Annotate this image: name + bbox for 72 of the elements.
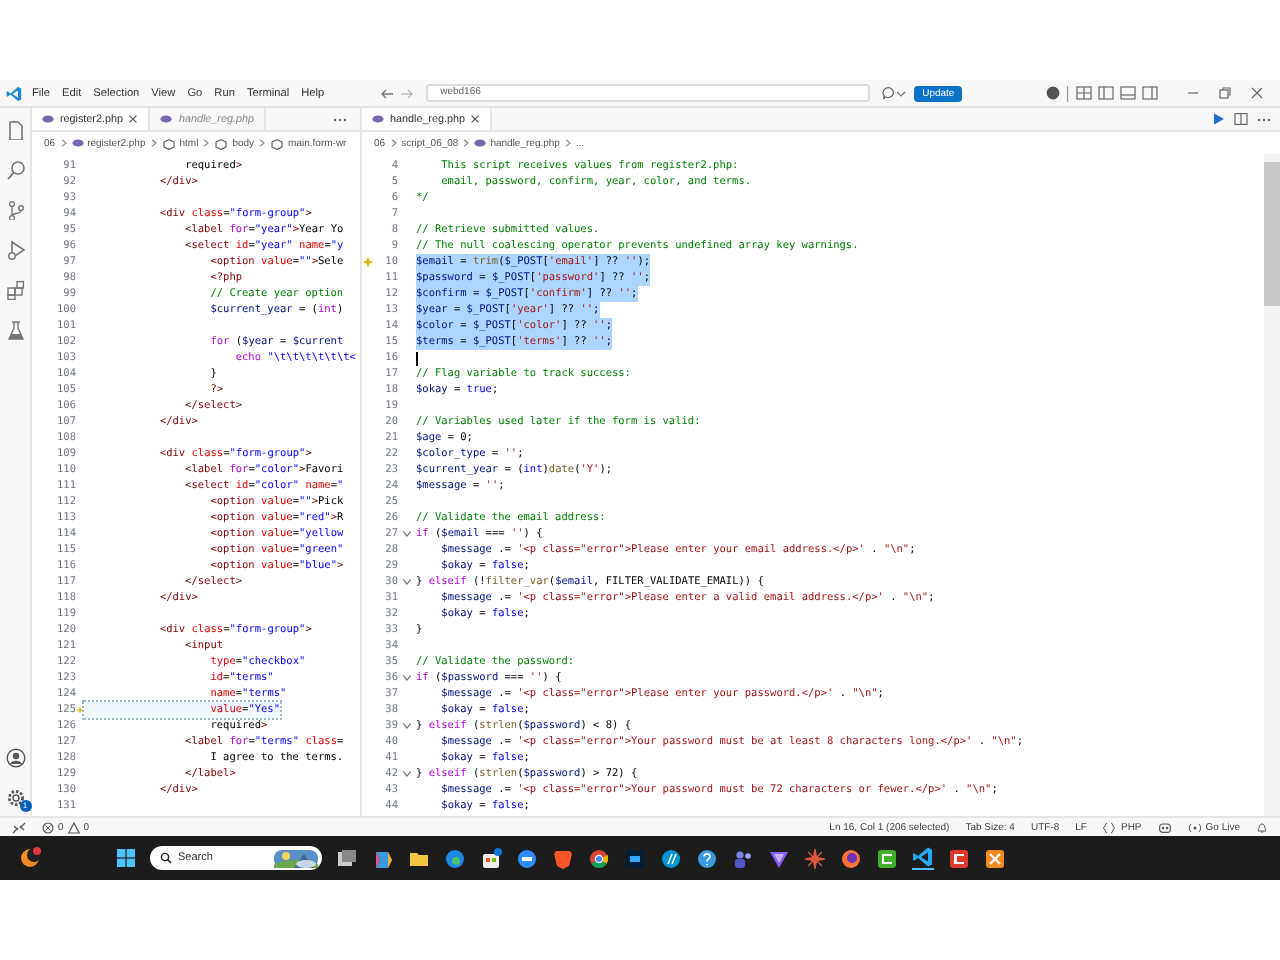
secondary-sidebar-icon[interactable] — [1142, 86, 1159, 100]
chevron-icon — [202, 138, 211, 148]
search-icon — [160, 852, 172, 864]
broadcast-icon[interactable] — [1187, 821, 1202, 833]
close-icon[interactable] — [128, 114, 139, 124]
php-file-icon — [71, 138, 84, 148]
chevron-icon — [59, 138, 68, 148]
chevron-icon — [563, 138, 572, 148]
settings-icon[interactable] — [5, 788, 25, 808]
store-bag-icon[interactable] — [480, 847, 502, 869]
shield-icon[interactable] — [552, 847, 574, 869]
bell-icon[interactable] — [1256, 821, 1268, 833]
source-control-icon[interactable] — [5, 200, 25, 220]
restore-icon[interactable] — [1218, 86, 1233, 100]
braces-icon[interactable] — [1102, 821, 1117, 833]
fold-chevron-icon[interactable] — [402, 530, 412, 538]
square-app-icon[interactable] — [624, 847, 646, 869]
scrollbar-thumb[interactable] — [1264, 162, 1280, 306]
fold-chevron-icon[interactable] — [402, 770, 412, 778]
remote-icon[interactable] — [12, 821, 26, 833]
account-icon[interactable] — [5, 748, 25, 768]
help-icon[interactable] — [696, 847, 718, 869]
chrome-icon[interactable] — [588, 847, 610, 869]
folder-icon[interactable] — [408, 847, 430, 869]
error-icon[interactable] — [42, 821, 54, 833]
close-icon[interactable] — [1250, 86, 1265, 100]
run-icon[interactable] — [1212, 112, 1226, 126]
warning-icon[interactable] — [67, 821, 80, 833]
circle-app-icon[interactable] — [660, 847, 682, 869]
close-icon[interactable] — [470, 114, 481, 124]
square-app-icon[interactable] — [984, 847, 1006, 869]
windows-logo-icon[interactable] — [116, 848, 136, 868]
square-app-icon[interactable] — [876, 847, 898, 869]
chat-icon[interactable] — [882, 86, 897, 100]
php-file-icon — [160, 114, 173, 124]
fold-chevron-icon[interactable] — [402, 722, 412, 730]
back-arrow-icon[interactable] — [380, 87, 395, 99]
split-editor-icon[interactable] — [1234, 112, 1248, 126]
php-file-icon — [42, 114, 54, 124]
panel-toggle-icon[interactable] — [1120, 86, 1137, 100]
fold-chevron-icon[interactable] — [402, 578, 412, 586]
fold-chevron-icon[interactable] — [402, 674, 412, 682]
chevron-icon — [462, 138, 471, 148]
explorer-icon[interactable] — [5, 120, 25, 140]
square-app-icon[interactable] — [948, 847, 970, 869]
layout-grid-icon[interactable] — [1076, 86, 1093, 100]
element-icon — [161, 137, 176, 149]
chevron-icon — [149, 138, 158, 148]
extensions-icon[interactable] — [5, 280, 25, 300]
caret-icon[interactable] — [896, 89, 907, 97]
sidebar-toggle-icon[interactable] — [1098, 86, 1115, 100]
circle-app-icon[interactable] — [516, 847, 538, 869]
search-icon[interactable] — [5, 160, 25, 180]
more-icon[interactable] — [332, 115, 348, 123]
vscode-logo-icon[interactable] — [6, 85, 22, 101]
account-icon[interactable] — [1046, 86, 1061, 100]
triangle-icon[interactable] — [768, 847, 790, 869]
php-file-icon — [474, 138, 487, 148]
chevron-icon — [389, 138, 398, 148]
chevron-icon — [258, 138, 267, 148]
element-icon — [270, 137, 285, 149]
vscode-icon[interactable] — [912, 846, 934, 870]
run-debug-icon[interactable] — [5, 240, 25, 260]
element-icon — [214, 137, 229, 149]
task-view-icon[interactable] — [336, 847, 358, 869]
php-file-icon — [372, 114, 384, 124]
starburst-icon[interactable] — [804, 847, 826, 869]
more-icon[interactable] — [1256, 115, 1272, 123]
people-icon[interactable] — [732, 847, 754, 869]
divider-icon — [1066, 85, 1071, 101]
weather-icon[interactable] — [18, 846, 42, 870]
beaker-icon[interactable] — [5, 320, 25, 340]
